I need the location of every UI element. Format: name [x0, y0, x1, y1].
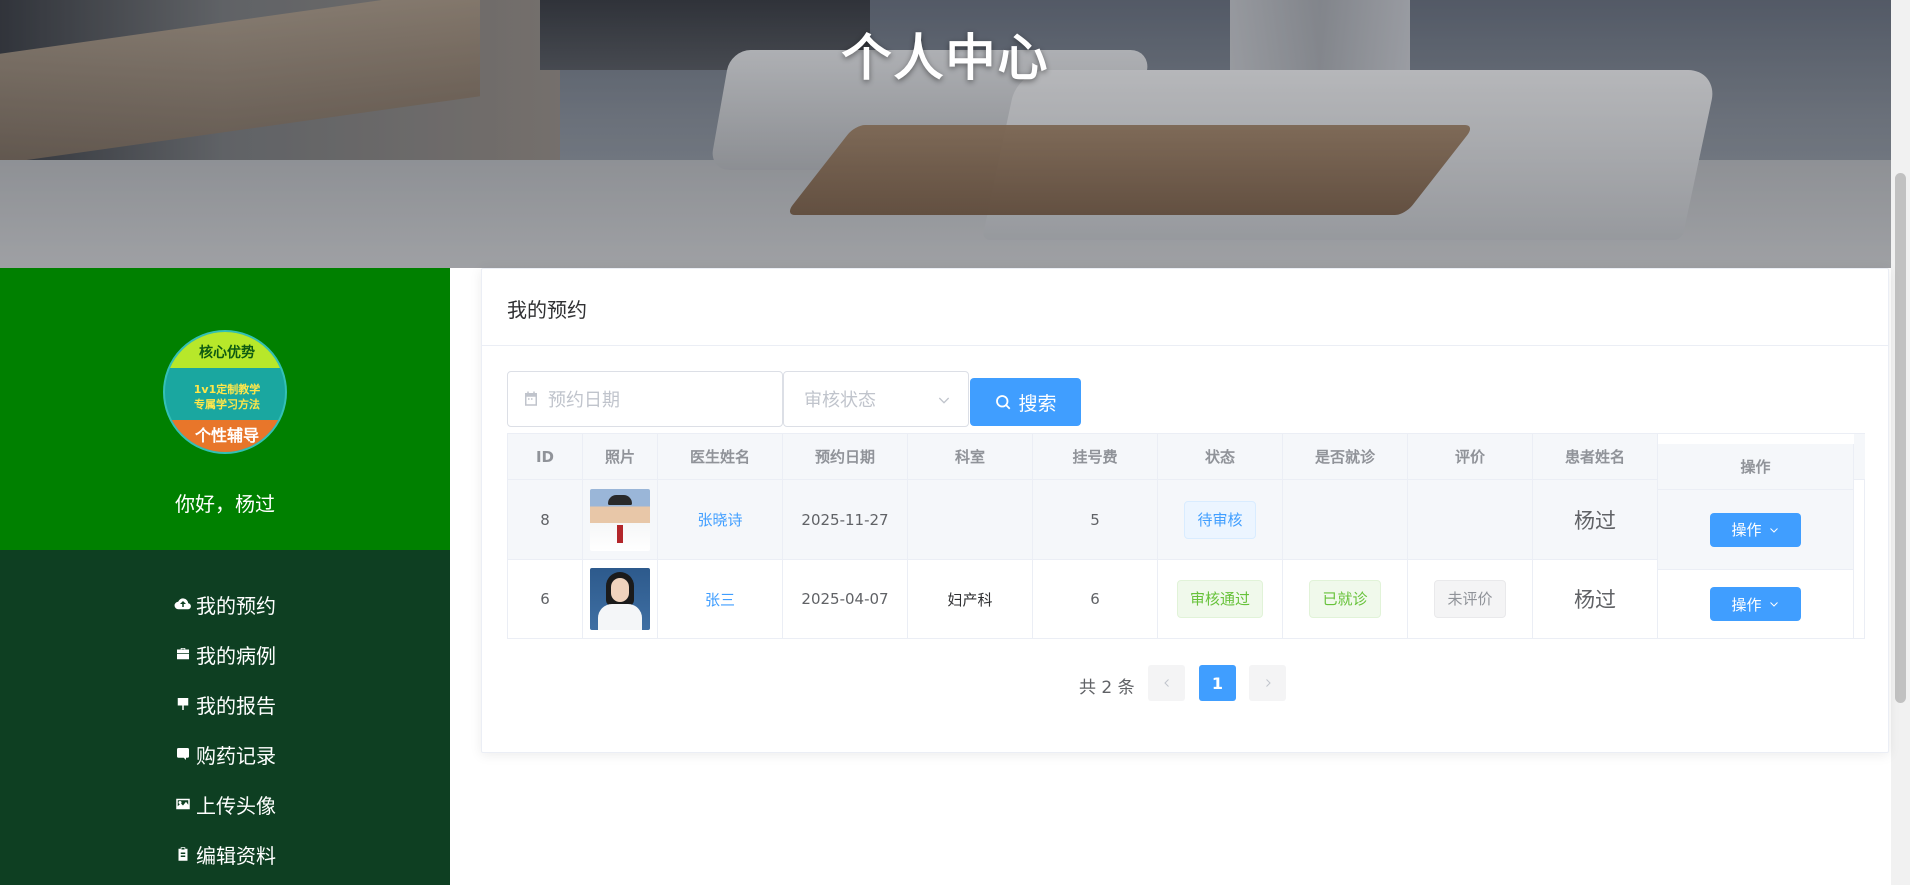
cell-patient: 杨过 [1533, 560, 1658, 639]
visited-badge: 已就诊 [1309, 580, 1381, 618]
cell-photo [583, 560, 658, 639]
sidebar-profile: 核心优势 1v1定制教学 专属学习方法 个性辅导 你好，杨过 [0, 268, 450, 550]
cell-dept: 妇产科 [908, 560, 1033, 639]
page-number-button[interactable]: 1 [1199, 665, 1236, 701]
greeting-text: 你好，杨过 [175, 492, 275, 516]
card-title: 我的预约 [507, 298, 587, 322]
prev-page-button[interactable] [1148, 665, 1185, 701]
column-header: ID [508, 434, 583, 480]
review-badge: 未评价 [1434, 580, 1506, 618]
sidebar-item-purchase-records[interactable]: 购药记录 [0, 736, 450, 772]
cell-status: 待审核 [1158, 480, 1283, 560]
cell-id: 6 [508, 560, 583, 639]
briefcase-icon [177, 648, 189, 660]
card-header: 我的预约 [482, 269, 1888, 346]
cell-fee: 6 [1033, 560, 1158, 639]
doctor-photo [590, 568, 650, 630]
status-badge: 待审核 [1184, 500, 1256, 539]
avatar-text: 核心优势 [199, 345, 255, 361]
cell-patient: 杨过 [1533, 480, 1658, 560]
cell-dept [908, 480, 1033, 560]
search-icon [996, 395, 1011, 410]
action-label: 操作 [1731, 521, 1762, 539]
sidebar-item-my-reports[interactable]: 我的报告 [0, 686, 450, 722]
sidebar-menu: 我的预约 我的病例 我的报告 购药记录 上传头像 编辑资料 [0, 550, 450, 885]
pagination: 共 2 条 1 [482, 665, 1888, 701]
search-button-label: 搜索 [1018, 392, 1057, 415]
sidebar-item-edit-profile[interactable]: 编辑资料 [0, 836, 450, 872]
cell-visited: 已就诊 [1283, 560, 1408, 639]
column-header: 医生姓名 [658, 434, 783, 480]
chevron-left-icon [1163, 679, 1169, 687]
sidebar-item-my-cases[interactable]: 我的病例 [0, 636, 450, 672]
cloud-upload-icon [174, 598, 191, 610]
column-header: 科室 [908, 434, 1033, 480]
cell-review: 未评价 [1408, 560, 1533, 639]
cell-action: 操作 [1658, 490, 1854, 570]
cell-action: 操作 [1658, 570, 1854, 639]
cell-date: 2025-04-07 [783, 560, 908, 639]
column-header: 照片 [583, 434, 658, 480]
sidebar-item-upload-avatar[interactable]: 上传头像 [0, 786, 450, 822]
avatar-text: 1v1定制教学 专属学习方法 [193, 383, 261, 411]
column-header: 患者姓名 [1533, 434, 1658, 480]
header-gutter [1854, 434, 1865, 480]
sidebar-item-label: 我的病例 [196, 643, 276, 668]
pagination-total: 共 2 条 [1079, 678, 1135, 698]
hero-banner: 个人中心 [0, 0, 1891, 268]
appointment-date-picker[interactable]: 预约日期 [507, 371, 783, 427]
column-header: 挂号费 [1033, 434, 1158, 480]
cell-photo [583, 480, 658, 560]
sidebar-item-label: 我的报告 [196, 693, 276, 718]
chevron-down-icon [1769, 602, 1778, 607]
appointments-card: 我的预约 预约日期 审核状态 搜索 ID 照片 医生姓名 预约日期 科室 挂号费… [481, 268, 1889, 753]
status-badge: 审核通过 [1176, 580, 1263, 618]
cell-review [1408, 480, 1533, 560]
next-page-button[interactable] [1249, 665, 1286, 701]
review-status-select[interactable]: 审核状态 [783, 371, 969, 427]
sidebar-item-label: 上传头像 [196, 793, 276, 818]
column-header: 预约日期 [783, 434, 908, 480]
report-icon [177, 698, 189, 710]
appointments-table: ID 照片 医生姓名 预约日期 科室 挂号费 状态 是否就诊 评价 患者姓名 操… [507, 433, 1865, 639]
chevron-down-icon [938, 397, 950, 404]
page-title: 个人中心 [841, 29, 1050, 87]
status-placeholder: 审核状态 [804, 390, 876, 411]
purchase-icon [177, 748, 189, 760]
chevron-down-icon [1769, 527, 1778, 533]
calendar-icon [525, 391, 537, 406]
search-button[interactable]: 搜索 [970, 378, 1081, 426]
avatar: 核心优势 1v1定制教学 专属学习方法 个性辅导 [163, 330, 287, 454]
date-placeholder: 预约日期 [548, 390, 620, 411]
chevron-right-icon [1265, 679, 1271, 687]
cell-status: 审核通过 [1158, 560, 1283, 639]
sidebar-item-label: 我的预约 [196, 593, 276, 618]
action-label: 操作 [1731, 595, 1762, 614]
doctor-name-link[interactable]: 张晓诗 [658, 480, 783, 560]
sidebar-item-label: 编辑资料 [196, 843, 276, 868]
cell-fee: 5 [1033, 480, 1158, 560]
cell-date: 2025-11-27 [783, 480, 908, 560]
sidebar-item-my-appointments[interactable]: 我的预约 [0, 586, 450, 622]
clipboard-icon [178, 847, 188, 861]
column-header: 评价 [1408, 434, 1533, 480]
vertical-scrollbar[interactable] [1891, 0, 1910, 885]
action-dropdown-button[interactable]: 操作 [1710, 512, 1801, 547]
image-icon [176, 798, 190, 810]
column-header: 操作 [1658, 444, 1854, 490]
doctor-photo [590, 488, 650, 551]
scrollbar-thumb[interactable] [1895, 173, 1906, 703]
sidebar-item-label: 购药记录 [196, 743, 276, 768]
column-header: 是否就诊 [1283, 434, 1408, 480]
doctor-name-link[interactable]: 张三 [658, 560, 783, 639]
cell-visited [1283, 480, 1408, 560]
cell-id: 8 [508, 480, 583, 560]
avatar-text: 个性辅导 [194, 426, 259, 445]
action-dropdown-button[interactable]: 操作 [1710, 587, 1801, 621]
column-header: 状态 [1158, 434, 1283, 480]
